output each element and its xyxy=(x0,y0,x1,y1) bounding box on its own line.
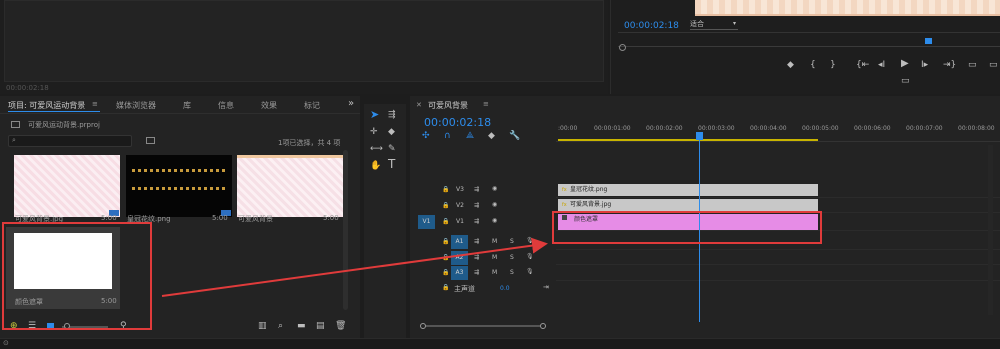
annotation-arrow xyxy=(161,237,548,297)
arrow-line xyxy=(161,237,548,297)
